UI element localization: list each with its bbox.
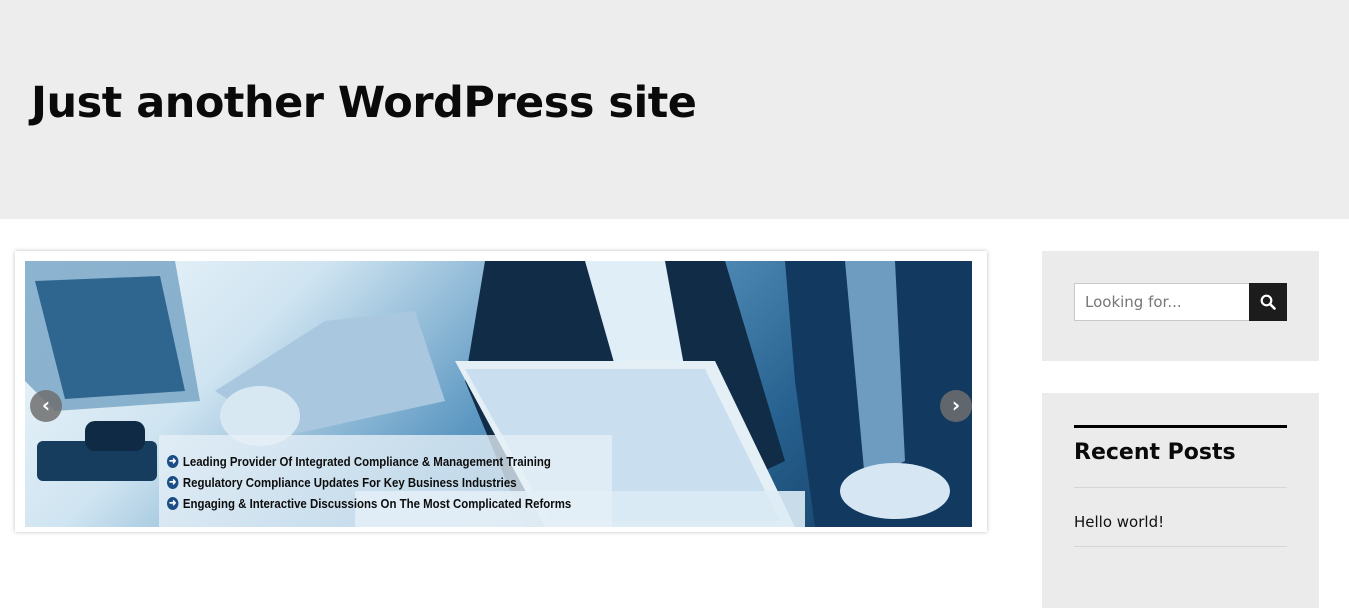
slide-image: ➜ Leading Provider Of Integrated Complia… bbox=[25, 261, 972, 527]
divider bbox=[1074, 546, 1287, 547]
chevron-right-icon: › bbox=[951, 393, 961, 417]
search-widget bbox=[1042, 251, 1319, 361]
chevron-left-icon: ‹ bbox=[41, 393, 51, 417]
slide-caption: ➜ Leading Provider Of Integrated Complia… bbox=[159, 435, 612, 527]
widget-title-rule bbox=[1074, 425, 1287, 428]
caption-text: Regulatory Compliance Updates For Key Bu… bbox=[182, 475, 517, 490]
site-header: Just another WordPress site bbox=[0, 0, 1349, 219]
site-title[interactable]: Just another WordPress site bbox=[31, 78, 697, 128]
caption-text: Engaging & Interactive Discussions On Th… bbox=[182, 496, 572, 511]
caption-line: ➜ Engaging & Interactive Discussions On … bbox=[167, 493, 571, 514]
caption-line: ➜ Leading Provider Of Integrated Complia… bbox=[167, 451, 559, 472]
slider-prev-button[interactable]: ‹ bbox=[30, 390, 62, 422]
arrow-circle-right-icon: ➜ bbox=[167, 455, 179, 468]
caption-text: Leading Provider Of Integrated Complianc… bbox=[182, 454, 551, 469]
search-button[interactable] bbox=[1249, 283, 1287, 321]
recent-posts-widget: Recent Posts Hello world! bbox=[1042, 393, 1319, 608]
search-icon bbox=[1260, 294, 1276, 310]
search-input[interactable] bbox=[1074, 283, 1250, 321]
recent-post-link[interactable]: Hello world! bbox=[1074, 513, 1164, 531]
divider bbox=[1074, 487, 1287, 488]
slider-next-button[interactable]: › bbox=[940, 390, 972, 422]
caption-line: ➜ Regulatory Compliance Updates For Key … bbox=[167, 472, 559, 493]
arrow-circle-right-icon: ➜ bbox=[167, 476, 179, 489]
arrow-circle-right-icon: ➜ bbox=[167, 497, 179, 510]
widget-title: Recent Posts bbox=[1074, 440, 1236, 465]
image-slider: ➜ Leading Provider Of Integrated Complia… bbox=[15, 251, 987, 532]
